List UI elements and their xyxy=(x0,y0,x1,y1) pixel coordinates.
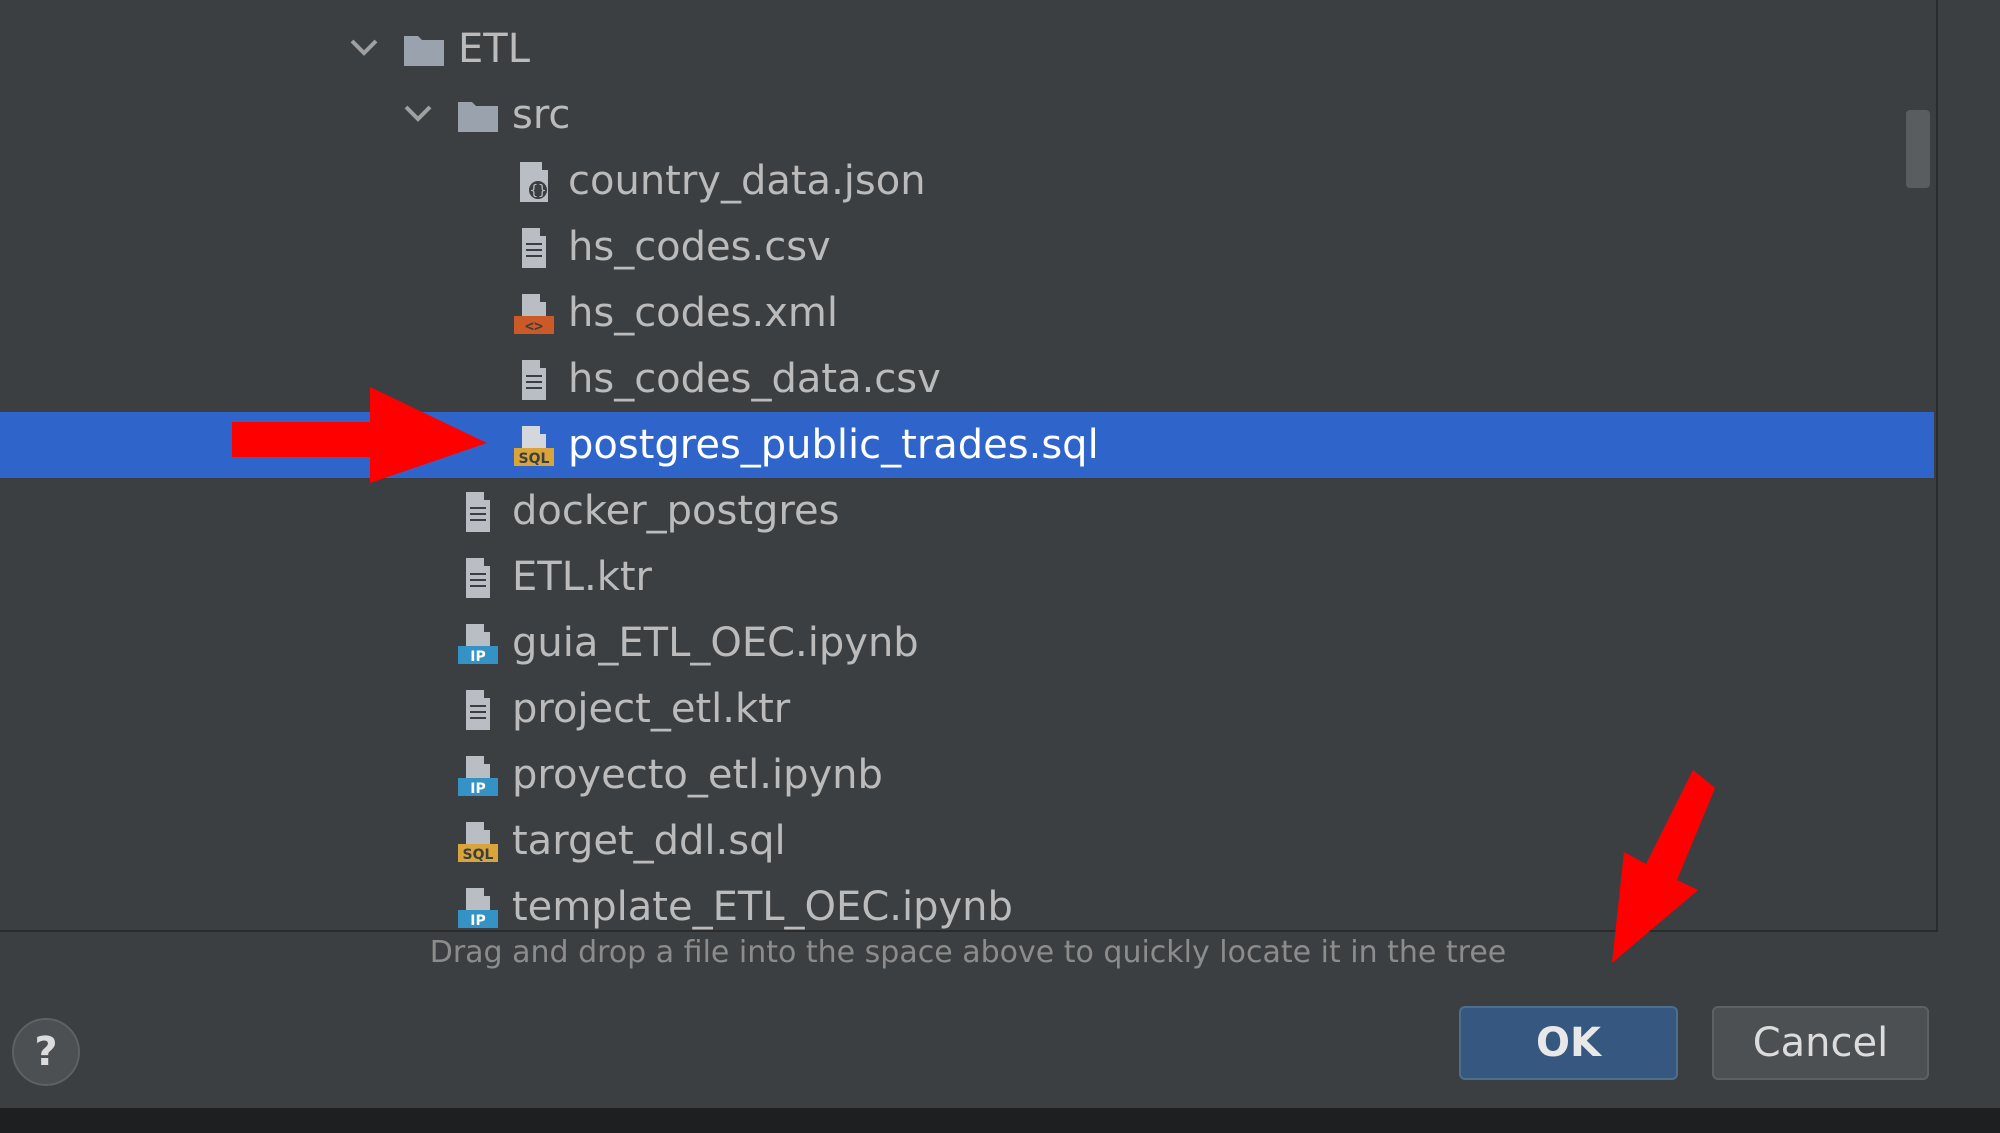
notebook-file-icon: IP xyxy=(458,888,498,929)
chevron-down-icon[interactable] xyxy=(398,94,438,134)
svg-text:IP: IP xyxy=(470,781,485,797)
tree-row-label: ETL xyxy=(458,26,530,72)
tree-row-label: docker_postgres xyxy=(512,488,840,534)
svg-text:IP: IP xyxy=(470,913,485,929)
tree-row-file[interactable]: IP template_ETL_OEC.ipynb xyxy=(0,874,1934,930)
svg-text:{}: {} xyxy=(530,183,547,199)
tree-row-label: country_data.json xyxy=(568,158,926,204)
choose-file-dialog: ETL src {} country_data.json hs_codes.cs… xyxy=(0,0,2000,1133)
tree-row-selected-file[interactable]: SQL postgres_public_trades.sql xyxy=(0,412,1934,478)
svg-text:SQL: SQL xyxy=(519,451,550,467)
help-button[interactable]: ? xyxy=(12,1018,80,1086)
tree-row-file[interactable]: hs_codes_data.csv xyxy=(0,346,1934,412)
drag-drop-hint: Drag and drop a file into the space abov… xyxy=(429,935,1507,970)
text-file-icon xyxy=(466,492,490,532)
text-file-icon xyxy=(466,558,490,598)
xml-file-icon: <> xyxy=(514,294,554,335)
json-file-icon: {} xyxy=(520,162,548,202)
cancel-button[interactable]: Cancel xyxy=(1712,1006,1929,1080)
tree-row-file[interactable]: IP guia_ETL_OEC.ipynb xyxy=(0,610,1934,676)
svg-text:SQL: SQL xyxy=(463,847,494,863)
folder-icon xyxy=(404,36,444,66)
tree-row-label: guia_ETL_OEC.ipynb xyxy=(512,620,919,666)
chevron-down-icon[interactable] xyxy=(344,28,384,68)
tree-row-file[interactable]: {} country_data.json xyxy=(0,148,1934,214)
tree-row-label: proyecto_etl.ipynb xyxy=(512,752,883,798)
svg-text:<>: <> xyxy=(525,317,543,335)
tree-row-file[interactable]: docker_postgres xyxy=(0,478,1934,544)
tree-row-etl-folder[interactable]: ETL xyxy=(0,16,1934,82)
tree-row-label: hs_codes_data.csv xyxy=(568,356,941,402)
sql-file-icon: SQL xyxy=(514,426,554,467)
window-bottom-edge xyxy=(0,1108,2000,1133)
tree-row-file[interactable]: <> hs_codes.xml xyxy=(0,280,1934,346)
tree-row-label: postgres_public_trades.sql xyxy=(568,422,1099,468)
tree-row-file[interactable]: IP proyecto_etl.ipynb xyxy=(0,742,1934,808)
sql-file-icon: SQL xyxy=(458,822,498,863)
tree-row-label: hs_codes.xml xyxy=(568,290,838,336)
notebook-file-icon: IP xyxy=(458,756,498,797)
text-file-icon xyxy=(522,228,546,268)
tree-row-label: ETL.ktr xyxy=(512,554,652,600)
file-tree[interactable]: ETL src {} country_data.json hs_codes.cs… xyxy=(0,0,1938,932)
tree-row-src-folder[interactable]: src xyxy=(0,82,1934,148)
tree-row-file[interactable]: ETL.ktr xyxy=(0,544,1934,610)
notebook-file-icon: IP xyxy=(458,624,498,665)
tree-row-file[interactable]: project_etl.ktr xyxy=(0,676,1934,742)
vertical-scrollbar[interactable] xyxy=(1906,110,1930,188)
tree-row-file[interactable]: hs_codes.csv xyxy=(0,214,1934,280)
tree-row-label: hs_codes.csv xyxy=(568,224,831,270)
text-file-icon xyxy=(466,690,490,730)
ok-button[interactable]: OK xyxy=(1459,1006,1678,1080)
svg-text:IP: IP xyxy=(470,649,485,665)
tree-row-label: src xyxy=(512,92,571,138)
tree-row-label: target_ddl.sql xyxy=(512,818,786,864)
tree-row-label: project_etl.ktr xyxy=(512,686,791,732)
text-file-icon xyxy=(522,360,546,400)
tree-row-label: template_ETL_OEC.ipynb xyxy=(512,884,1013,930)
tree-row-file[interactable]: SQL target_ddl.sql xyxy=(0,808,1934,874)
folder-icon xyxy=(458,102,498,132)
